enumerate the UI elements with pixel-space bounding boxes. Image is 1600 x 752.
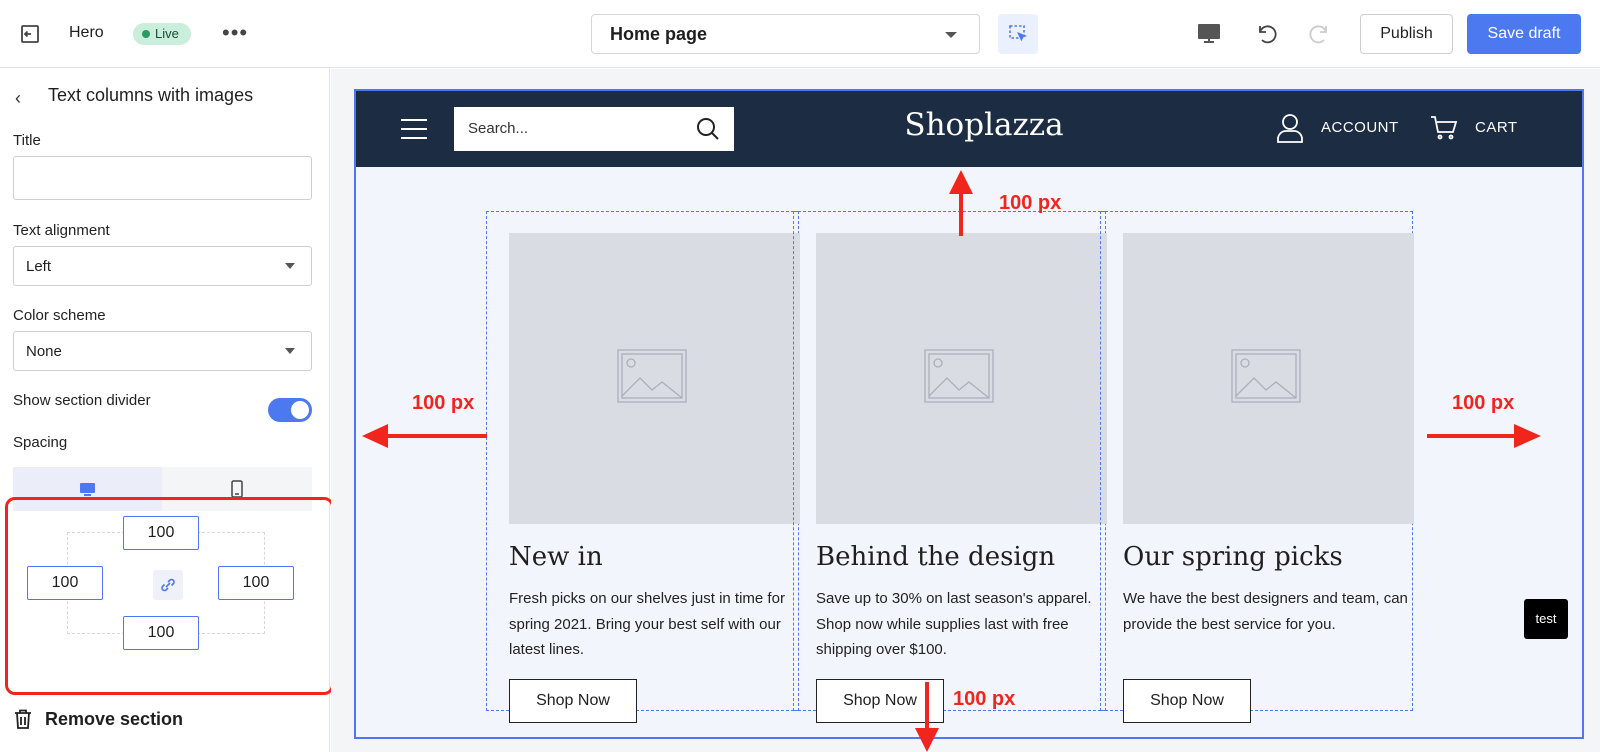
menu-icon[interactable]: [401, 119, 427, 139]
shop-now-button[interactable]: Shop Now: [816, 679, 944, 723]
text-column[interactable]: Our spring picks We have the best design…: [1100, 211, 1414, 723]
chevron-down-icon: [285, 348, 295, 354]
live-badge: Live: [133, 23, 191, 45]
spacing-left-input[interactable]: 100: [27, 566, 103, 600]
spacing-label: Spacing: [13, 434, 68, 451]
page-selector[interactable]: Home page: [591, 14, 980, 54]
top-spacing-annotation: 100 px: [999, 192, 1062, 214]
desktop-preview-icon[interactable]: [1195, 20, 1223, 48]
redo-icon[interactable]: [1306, 20, 1334, 48]
test-badge[interactable]: test: [1524, 599, 1568, 639]
text-alignment-label: Text alignment: [13, 222, 110, 239]
column-body: Fresh picks on our shelves just in time …: [509, 590, 785, 658]
image-placeholder: [816, 233, 1107, 524]
publish-button[interactable]: Publish: [1360, 14, 1453, 54]
column-heading: New in: [509, 542, 603, 572]
back-chevron-icon[interactable]: ‹: [15, 88, 21, 109]
remove-section-label: Remove section: [45, 709, 184, 729]
section-divider-toggle[interactable]: [268, 398, 312, 422]
right-spacing-annotation: 100 px: [1452, 392, 1515, 414]
section-name: Hero: [69, 24, 104, 41]
color-scheme-value: None: [26, 343, 62, 360]
image-placeholder-icon: [617, 349, 687, 403]
store-preview: Search... Shoplazza ACCOUNT CART New in …: [354, 89, 1584, 739]
shop-now-button[interactable]: Shop Now: [509, 679, 637, 723]
search-placeholder: Search...: [468, 120, 529, 137]
shop-now-button[interactable]: Shop Now: [1123, 679, 1251, 723]
cart-link[interactable]: CART: [1475, 119, 1518, 136]
store-search-input[interactable]: Search...: [454, 107, 734, 151]
remove-section-button[interactable]: Remove section: [14, 709, 183, 734]
more-options-icon[interactable]: •••: [222, 20, 248, 46]
store-header: Search... Shoplazza ACCOUNT CART: [356, 91, 1582, 167]
color-scheme-select[interactable]: None: [13, 331, 312, 371]
text-alignment-value: Left: [26, 258, 52, 275]
search-icon[interactable]: [696, 117, 720, 141]
sidebar-title: Text columns with images: [48, 85, 254, 105]
title-label: Title: [13, 132, 41, 149]
section-divider-label: Show section divider: [13, 392, 151, 409]
cart-icon[interactable]: [1430, 115, 1458, 141]
text-column[interactable]: New in Fresh picks on our shelves just i…: [486, 211, 800, 723]
bottom-spacing-annotation: 100 px: [953, 688, 1016, 710]
trash-icon: [15, 709, 31, 729]
color-scheme-label: Color scheme: [13, 307, 106, 324]
column-heading: Our spring picks: [1123, 542, 1343, 572]
exit-icon[interactable]: [18, 22, 42, 46]
spacing-editor-highlight: 100 100 100 100: [5, 497, 334, 695]
editor-topbar: Hero Live ••• Home page Publish Save dra…: [0, 0, 1600, 68]
page-selector-value: Home page: [610, 24, 708, 44]
chevron-down-icon: [945, 32, 957, 38]
account-icon[interactable]: [1276, 113, 1304, 143]
live-badge-label: Live: [155, 26, 179, 41]
live-dot-icon: [142, 30, 150, 38]
image-placeholder: [1123, 233, 1414, 524]
link-icon[interactable]: [153, 570, 183, 600]
save-draft-button[interactable]: Save draft: [1467, 14, 1581, 54]
column-body: Save up to 30% on last season's apparel.…: [816, 590, 1092, 658]
left-spacing-annotation: 100 px: [412, 392, 475, 414]
image-placeholder: [509, 233, 800, 524]
spacing-top-input[interactable]: 100: [123, 516, 199, 550]
store-logo[interactable]: Shoplazza: [854, 107, 1114, 143]
column-body: We have the best designers and team, can…: [1123, 590, 1408, 633]
image-placeholder-icon: [1231, 349, 1301, 403]
title-input[interactable]: [13, 156, 312, 200]
spacing-bottom-input[interactable]: 100: [123, 616, 199, 650]
chevron-down-icon: [285, 263, 295, 269]
toggle-knob: [291, 401, 309, 419]
inspect-select-button[interactable]: [998, 14, 1038, 54]
column-heading: Behind the design: [816, 542, 1056, 572]
undo-icon[interactable]: [1252, 20, 1280, 48]
select-cursor-icon: [1009, 25, 1027, 42]
image-placeholder-icon: [924, 349, 994, 403]
text-column[interactable]: Behind the design Save up to 30% on last…: [793, 211, 1107, 723]
account-link[interactable]: ACCOUNT: [1321, 119, 1399, 136]
spacing-right-input[interactable]: 100: [218, 566, 294, 600]
settings-sidebar: ‹ Text columns with images Title Text al…: [0, 68, 334, 752]
text-alignment-select[interactable]: Left: [13, 246, 312, 286]
